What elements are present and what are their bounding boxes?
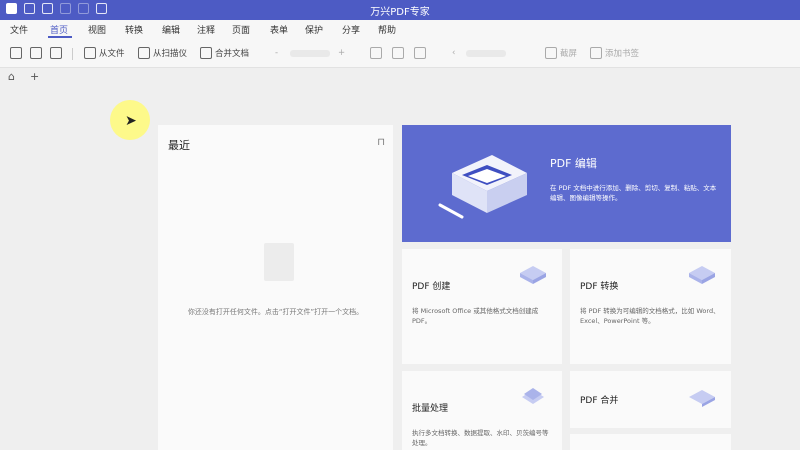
menu-form[interactable]: 表单	[270, 23, 288, 36]
bookmark-icon	[590, 47, 602, 59]
recent-panel: 最近 ⊓ 你还没有打开任何文件。点击“打开文件”打开一个文档。	[158, 125, 393, 450]
next-card-partial[interactable]	[570, 434, 731, 450]
empty-document-icon	[264, 243, 294, 281]
zoom-in-button[interactable]: +	[338, 46, 345, 60]
fit-width-button[interactable]	[392, 46, 404, 60]
mouse-pointer-icon: ➤	[125, 113, 137, 129]
toolbar-divider	[72, 48, 73, 60]
pdf-merge-card[interactable]: PDF 合并	[570, 371, 731, 428]
zoom-in-label: +	[338, 48, 346, 58]
from-scanner-button[interactable]: 从扫描仪	[138, 46, 187, 60]
batch-process-icon	[522, 388, 544, 404]
pdf-convert-card[interactable]: PDF 转换 将 PDF 转换为可编辑的文档格式，比如 Word、Excel、P…	[570, 249, 731, 364]
from-scanner-label: 从扫描仪	[153, 49, 188, 59]
fit-page-button[interactable]	[370, 46, 382, 60]
menu-home[interactable]: 首页	[50, 23, 68, 36]
arrow-cursor-icon	[10, 47, 22, 59]
rotate-icon	[414, 47, 426, 59]
pdf-create-icon	[520, 266, 546, 284]
pdf-edit-desc: 在 PDF 文档中进行添加、删除、剪切、复制、粘贴、文本编辑、图像编辑等操作。	[550, 184, 717, 202]
menu-view[interactable]: 视图	[88, 23, 106, 36]
title-bar: 万兴PDF专家	[0, 0, 800, 20]
menu-page[interactable]: 页面	[232, 23, 250, 36]
add-bookmark-button[interactable]: 添加书签	[590, 46, 639, 60]
folder-icon	[84, 47, 96, 59]
prev-page-label: ‹	[452, 48, 456, 58]
camera-icon	[545, 47, 557, 59]
screenshot-button[interactable]: 截屏	[545, 46, 577, 60]
add-bookmark-label: 添加书签	[605, 49, 640, 59]
zoom-out-button[interactable]: -	[275, 46, 278, 60]
select-tool-button[interactable]	[10, 46, 22, 60]
fit-width-icon	[392, 47, 404, 59]
pdf-create-title: PDF 创建	[412, 282, 451, 292]
hand-tool-button[interactable]	[30, 46, 42, 60]
pdf-create-card[interactable]: PDF 创建 将 Microsoft Office 或其他格式文档创建成 PDF…	[402, 249, 562, 364]
batch-process-title: 批量处理	[412, 404, 449, 414]
from-file-button[interactable]: 从文件	[84, 46, 125, 60]
menu-comment[interactable]: 注释	[197, 23, 215, 36]
window-title: 万兴PDF专家	[370, 7, 430, 18]
batch-process-card[interactable]: 批量处理 执行多文档转换、数据提取、水印、贝茨编号等处理。	[402, 371, 562, 450]
prev-page-button[interactable]: ‹	[452, 46, 455, 60]
menu-edit[interactable]: 编辑	[162, 23, 180, 36]
fit-page-icon	[370, 47, 382, 59]
menu-bar: 文件 首页 视图 转换 编辑 注释 页面 表单 保护 分享 帮助	[0, 20, 800, 38]
menu-share[interactable]: 分享	[342, 23, 360, 36]
zoom-out-label: -	[275, 48, 279, 58]
pencil-icon	[50, 47, 62, 59]
home-tab-icon[interactable]: ⌂	[8, 70, 15, 83]
toolbar: 从文件 从扫描仪 合并文档 - + ‹ 截屏 添加书签	[0, 38, 800, 68]
new-tab-button[interactable]: +	[30, 70, 39, 83]
pdf-edit-title: PDF 编辑	[550, 157, 597, 170]
pdf-convert-title: PDF 转换	[580, 282, 619, 292]
menu-file[interactable]: 文件	[10, 23, 28, 36]
page-number-field[interactable]	[466, 50, 506, 57]
pdf-convert-desc: 将 PDF 转换为可编辑的文档格式，比如 Word、Excel、PowerPoi…	[580, 307, 720, 325]
pdf-convert-icon	[689, 266, 715, 284]
merge-files-label: 合并文档	[215, 49, 250, 59]
menu-convert[interactable]: 转换	[125, 23, 143, 36]
pdf-merge-title: PDF 合并	[580, 396, 619, 406]
menu-protect[interactable]: 保护	[305, 23, 323, 36]
menu-help[interactable]: 帮助	[378, 23, 396, 36]
pdf-create-desc: 将 Microsoft Office 或其他格式文档创建成 PDF。	[412, 307, 539, 325]
merge-files-button[interactable]: 合并文档	[200, 46, 249, 60]
pin-icon[interactable]: ⊓	[377, 137, 385, 148]
tab-strip: ⌂ +	[0, 68, 800, 86]
recent-empty-text: 你还没有打开任何文件。点击“打开文件”打开一个文档。	[187, 308, 364, 316]
rotate-button[interactable]	[414, 46, 426, 60]
scanner-icon	[138, 47, 150, 59]
pdf-merge-icon	[689, 390, 715, 407]
merge-document-icon	[200, 47, 212, 59]
edit-tool-button[interactable]	[50, 46, 62, 60]
zoom-level-field[interactable]	[290, 50, 330, 57]
screenshot-label: 截屏	[560, 49, 578, 59]
pdf-edit-illustration-icon	[438, 155, 527, 219]
pdf-edit-card[interactable]: PDF 编辑 在 PDF 文档中进行添加、删除、剪切、复制、粘贴、文本编辑、图像…	[402, 125, 731, 242]
batch-process-desc: 执行多文档转换、数据提取、水印、贝茨编号等处理。	[412, 429, 549, 447]
hand-icon	[30, 47, 42, 59]
from-file-label: 从文件	[99, 49, 125, 59]
recent-title: 最近	[168, 139, 190, 152]
